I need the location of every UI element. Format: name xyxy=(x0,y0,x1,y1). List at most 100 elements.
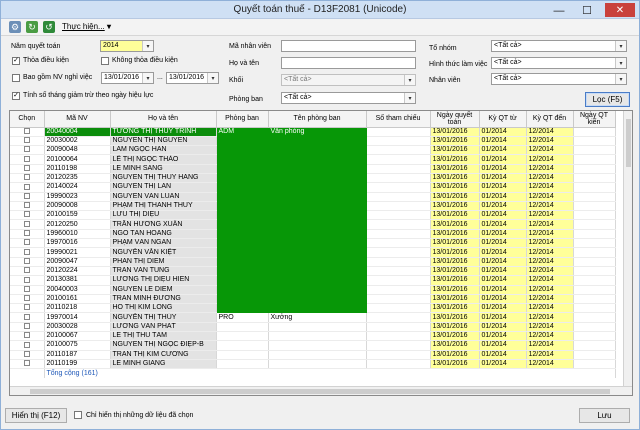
cell-emp-code[interactable]: 20040004 xyxy=(44,127,111,137)
table-row[interactable]: 20100075 NGUYỄN THỊ NGỌC ĐIỆP-B 13/01/2016… xyxy=(10,340,616,351)
row-checkbox[interactable] xyxy=(10,275,45,286)
cell-reference-no[interactable] xyxy=(366,331,431,342)
cell-period-from[interactable]: 01/2014 xyxy=(479,173,527,184)
row-checkbox-box[interactable] xyxy=(23,248,30,255)
row-checkbox[interactable] xyxy=(10,359,45,370)
cell-extra-date[interactable] xyxy=(573,266,616,277)
table-row[interactable]: 20030002 NGUYỄN THỊ NGUYÊN 13/01/2016 01/20… xyxy=(10,136,616,147)
cell-emp-code[interactable]: 19970014 xyxy=(44,312,111,323)
row-checkbox[interactable] xyxy=(10,303,45,314)
cell-full-name[interactable]: LƯU THỊ DIỆU xyxy=(110,210,217,221)
row-checkbox-box[interactable] xyxy=(23,183,30,190)
cell-emp-code[interactable]: 20110218 xyxy=(44,303,111,314)
row-checkbox-box[interactable] xyxy=(23,202,30,209)
row-checkbox[interactable] xyxy=(10,312,45,323)
cell-dept-name[interactable] xyxy=(268,331,367,342)
cell-period-from[interactable]: 01/2014 xyxy=(479,154,527,165)
cell-full-name[interactable]: PHẠM THỊ THANH THÚY xyxy=(110,201,217,212)
cell-dept-name[interactable] xyxy=(268,182,367,193)
row-checkbox[interactable] xyxy=(10,294,45,305)
cell-dept[interactable] xyxy=(216,322,269,333)
cell-dept-name[interactable] xyxy=(268,275,367,286)
row-checkbox[interactable] xyxy=(10,340,45,351)
chevron-down-icon[interactable]: ▾ xyxy=(615,58,626,68)
row-checkbox[interactable] xyxy=(10,331,45,342)
row-checkbox[interactable] xyxy=(10,266,45,277)
cell-full-name[interactable]: LÊ MINH SANG xyxy=(110,164,217,175)
date-from-field[interactable]: 13/01/2016 ▾ xyxy=(101,72,154,84)
row-checkbox[interactable] xyxy=(10,164,45,175)
cell-emp-code[interactable]: 20100161 xyxy=(44,294,111,305)
cell-period-to[interactable]: 12/2014 xyxy=(526,173,574,184)
cell-dept-name[interactable] xyxy=(268,359,367,370)
cell-period-from[interactable]: 01/2014 xyxy=(479,359,527,370)
only-selected-checkbox[interactable] xyxy=(74,411,82,419)
cell-reference-no[interactable] xyxy=(366,136,431,147)
table-row[interactable]: 19990023 NGUYỄN VĂN LUÂN 13/01/2016 01/2014… xyxy=(10,192,616,202)
row-checkbox-box[interactable] xyxy=(23,323,30,330)
cell-period-to[interactable]: 12/2014 xyxy=(526,312,574,323)
column-header[interactable]: Chọn xyxy=(10,111,45,128)
cell-extra-date[interactable] xyxy=(573,229,616,240)
table-row[interactable]: 20110218 HỒ THỊ KIM LONG 13/01/2016 01/2014… xyxy=(10,303,616,314)
cell-period-to[interactable]: 12/2014 xyxy=(526,201,574,212)
months-checkbox[interactable]: ✓ xyxy=(12,92,20,100)
cell-emp-code[interactable]: 20110198 xyxy=(44,164,111,175)
row-checkbox[interactable] xyxy=(10,136,45,147)
cell-period-to[interactable]: 12/2014 xyxy=(526,294,574,305)
dept-select[interactable]: <Tất cả> ▾ xyxy=(281,92,416,104)
cell-dept-name[interactable] xyxy=(268,145,367,156)
cell-settlement-date[interactable]: 13/01/2016 xyxy=(430,257,480,267)
cell-period-from[interactable]: 01/2014 xyxy=(479,136,527,147)
cell-period-to[interactable]: 12/2014 xyxy=(526,229,574,240)
table-row[interactable]: 20100064 LÊ THỊ NGỌC THẢO 13/01/2016 01/201… xyxy=(10,154,616,165)
cell-dept-name[interactable]: Xưởng xyxy=(268,312,367,323)
cell-extra-date[interactable] xyxy=(573,247,616,258)
cell-dept-name[interactable] xyxy=(268,210,367,221)
column-header[interactable]: Mã NV xyxy=(44,111,111,128)
show-button[interactable]: Hiển thị (F12) xyxy=(5,408,67,423)
row-checkbox-box[interactable] xyxy=(23,285,30,292)
cell-settlement-date[interactable]: 13/01/2016 xyxy=(430,210,480,221)
cell-extra-date[interactable] xyxy=(573,257,616,267)
row-checkbox-box[interactable] xyxy=(23,313,30,320)
cell-emp-code[interactable]: 19970016 xyxy=(44,238,111,249)
cell-settlement-date[interactable]: 13/01/2016 xyxy=(430,275,480,286)
cell-period-from[interactable]: 01/2014 xyxy=(479,312,527,323)
date-to-field[interactable]: 13/01/2016 ▾ xyxy=(166,72,219,84)
cell-extra-date[interactable] xyxy=(573,238,616,249)
cell-period-to[interactable]: 12/2014 xyxy=(526,154,574,165)
cell-emp-code[interactable]: 20110187 xyxy=(44,350,111,360)
table-row[interactable]: 19970014 NGUYỄN THỊ THÚY PRO Xưởng 13/01/201… xyxy=(10,312,616,323)
save-button[interactable]: Lưu xyxy=(579,408,630,423)
cell-dept[interactable] xyxy=(216,219,269,230)
cell-settlement-date[interactable]: 13/01/2016 xyxy=(430,359,480,370)
cell-settlement-date[interactable]: 13/01/2016 xyxy=(430,192,480,202)
table-row[interactable]: 20040003 NGUYỄN LÊ DIỄM 13/01/2016 01/2014 1… xyxy=(10,285,616,295)
cell-full-name[interactable]: NGUYỄN THỊ NGUYÊN xyxy=(110,136,217,147)
cell-reference-no[interactable] xyxy=(366,210,431,221)
cell-dept[interactable] xyxy=(216,145,269,156)
cell-dept[interactable] xyxy=(216,257,269,267)
cell-reference-no[interactable] xyxy=(366,164,431,175)
cell-dept-name[interactable]: Văn phòng xyxy=(268,127,367,137)
cell-full-name[interactable]: LƯƠNG THỊ DIỆU HIỀN xyxy=(110,275,217,286)
cell-period-to[interactable]: 12/2014 xyxy=(526,210,574,221)
cell-dept-name[interactable] xyxy=(268,266,367,277)
cell-emp-code[interactable]: 20120235 xyxy=(44,173,111,184)
cell-settlement-date[interactable]: 13/01/2016 xyxy=(430,350,480,360)
cell-dept[interactable] xyxy=(216,201,269,212)
cell-full-name[interactable]: TRẦN HƯƠNG XUÂN xyxy=(110,219,217,230)
action-menu[interactable]: Thực hiện... ▾ xyxy=(62,22,111,31)
cell-reference-no[interactable] xyxy=(366,312,431,323)
row-checkbox-box[interactable] xyxy=(23,341,30,348)
cell-period-to[interactable]: 12/2014 xyxy=(526,285,574,295)
cell-extra-date[interactable] xyxy=(573,312,616,323)
cell-full-name[interactable]: NGUYỄN VĂN KIỆT xyxy=(110,247,217,258)
cell-reference-no[interactable] xyxy=(366,350,431,360)
cell-reference-no[interactable] xyxy=(366,340,431,351)
cell-extra-date[interactable] xyxy=(573,294,616,305)
cell-dept[interactable] xyxy=(216,331,269,342)
cell-full-name[interactable]: NGUYỄN THỊ NGỌC ĐIỆP-B xyxy=(110,340,217,351)
column-header[interactable]: Kỳ QT từ xyxy=(479,111,527,128)
